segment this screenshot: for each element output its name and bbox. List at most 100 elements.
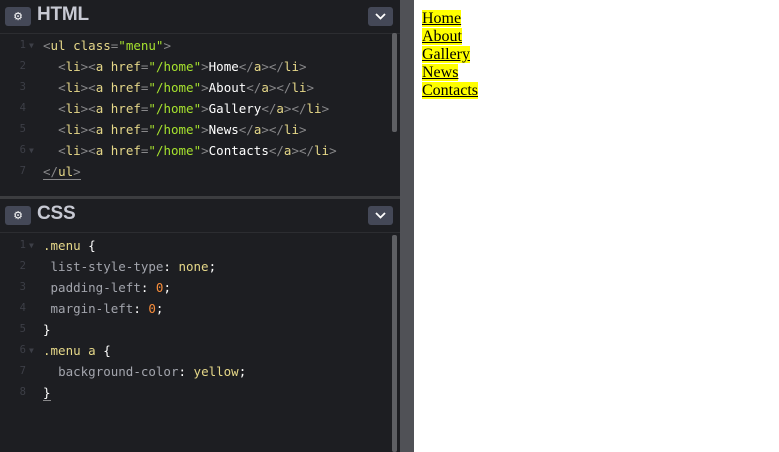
- menu-item: Contacts: [422, 82, 478, 100]
- code-token: ></: [291, 143, 315, 158]
- html-code-editor[interactable]: 1 ▼ <ul class="menu"> 2 <li><a href="/home"…: [0, 35, 392, 182]
- html-editor-scrollbar[interactable]: [392, 33, 397, 132]
- fold-arrow-icon[interactable]: ▼: [29, 235, 34, 256]
- code-token: "menu": [118, 38, 164, 53]
- code-token: ><: [80, 101, 96, 116]
- code-token: li: [314, 143, 330, 158]
- menu-link-about[interactable]: About: [422, 28, 462, 45]
- code-token: >: [306, 80, 315, 95]
- menu-link-home[interactable]: Home: [422, 10, 462, 27]
- code-text: <li><a href="/home">Home</a></li>: [43, 56, 306, 77]
- code-token: list-style-type: [50, 259, 164, 274]
- editor-column: ⚙ HTML 1 ▼ <ul class="menu"> 2 <li><a href=…: [0, 0, 414, 452]
- code-line[interactable]: 5 <li><a href="/home">News</a></li>: [0, 119, 392, 140]
- menu-link-contacts[interactable]: Contacts: [422, 82, 478, 99]
- code-token: ><: [80, 59, 96, 74]
- code-line[interactable]: 1 ▼ .menu {: [0, 235, 392, 256]
- code-token: li: [65, 101, 81, 116]
- css-editor-scrollbar[interactable]: [392, 235, 397, 452]
- chevron-down-icon[interactable]: [368, 206, 393, 225]
- code-line[interactable]: 7 background-color: yellow;: [0, 361, 392, 382]
- code-text: </ul>: [43, 161, 81, 182]
- line-number: 3: [19, 281, 26, 293]
- menu-list: Home About Gallery News Contacts: [422, 10, 478, 100]
- code-token: >: [163, 38, 171, 53]
- code-token: href: [110, 143, 141, 158]
- code-line[interactable]: 4 margin-left: 0;: [0, 298, 392, 319]
- code-token: Gallery: [208, 101, 262, 116]
- line-number: 5: [19, 123, 26, 135]
- code-token: <: [58, 101, 66, 116]
- gear-icon[interactable]: ⚙: [5, 206, 31, 225]
- code-token: li: [65, 59, 81, 74]
- line-number: 4: [19, 302, 26, 314]
- resize-divider[interactable]: [400, 0, 414, 452]
- menu-item: Gallery: [422, 46, 478, 64]
- code-token: ><: [80, 122, 96, 137]
- code-token: ;: [238, 364, 247, 379]
- code-token: >: [298, 122, 307, 137]
- code-token: >: [321, 101, 330, 116]
- css-panel-title: CSS: [37, 203, 76, 224]
- code-token: }: [43, 322, 51, 337]
- code-text: background-color: yellow;: [43, 361, 246, 382]
- code-token: </: [268, 143, 284, 158]
- html-editor-panel: ⚙ HTML 1 ▼ <ul class="menu"> 2 <li><a href=…: [0, 0, 400, 196]
- fold-arrow-icon[interactable]: ▼: [29, 35, 34, 56]
- code-token: href: [110, 101, 141, 116]
- code-line[interactable]: 4 <li><a href="/home">Gallery</a></li>: [0, 98, 392, 119]
- code-token: a: [276, 101, 284, 116]
- chevron-down-icon[interactable]: [368, 7, 393, 26]
- code-token: .menu a: [43, 343, 96, 358]
- code-text: .menu a {: [43, 340, 111, 361]
- menu-link-gallery[interactable]: Gallery: [422, 46, 470, 63]
- code-token: </: [246, 80, 262, 95]
- line-number: 6: [19, 144, 26, 156]
- code-text: padding-left: 0;: [43, 277, 171, 298]
- code-line[interactable]: 6 ▼ <li><a href="/home">Contacts</a></li>: [0, 140, 392, 161]
- code-line[interactable]: 1 ▼ <ul class="menu">: [0, 35, 392, 56]
- code-text: }: [43, 319, 51, 340]
- code-line[interactable]: 3 <li><a href="/home">About</a></li>: [0, 77, 392, 98]
- code-token: a: [261, 80, 269, 95]
- fold-arrow-icon[interactable]: ▼: [29, 140, 34, 161]
- code-line[interactable]: 6 ▼ .menu a {: [0, 340, 392, 361]
- code-token: ;: [155, 301, 164, 316]
- result-preview: Home About Gallery News Contacts: [414, 0, 779, 452]
- line-number: 1: [19, 239, 26, 251]
- code-line[interactable]: 8}: [0, 382, 392, 403]
- gear-icon[interactable]: ⚙: [5, 7, 31, 26]
- code-text: }: [43, 382, 51, 403]
- code-token: >: [73, 164, 81, 180]
- code-text: .menu {: [43, 235, 96, 256]
- code-line[interactable]: 2 <li><a href="/home">Home</a></li>: [0, 56, 392, 77]
- code-token: ul: [58, 164, 74, 180]
- code-token: yellow: [193, 364, 239, 379]
- code-line[interactable]: 5}: [0, 319, 392, 340]
- code-token: {: [103, 343, 111, 358]
- code-token: "/home": [148, 122, 202, 137]
- css-code-editor[interactable]: 1 ▼ .menu {2 list-style-type: none; 3 paddi…: [0, 235, 392, 403]
- code-token: "/home": [148, 80, 202, 95]
- code-token: li: [283, 122, 299, 137]
- code-line[interactable]: 2 list-style-type: none;: [0, 256, 392, 277]
- code-token: ><: [80, 80, 96, 95]
- code-token: ></: [268, 80, 292, 95]
- code-token: </: [43, 164, 59, 180]
- line-number: 3: [19, 81, 26, 93]
- code-token: <: [43, 38, 51, 53]
- code-token: href: [110, 80, 141, 95]
- code-token: :: [178, 364, 194, 379]
- code-token: none: [178, 259, 209, 274]
- code-line[interactable]: 3 padding-left: 0;: [0, 277, 392, 298]
- code-token: Contacts: [208, 143, 269, 158]
- code-token: li: [306, 101, 322, 116]
- fold-arrow-icon[interactable]: ▼: [29, 340, 34, 361]
- menu-link-news[interactable]: News: [422, 64, 459, 81]
- code-line[interactable]: 7 </ul>: [0, 161, 392, 182]
